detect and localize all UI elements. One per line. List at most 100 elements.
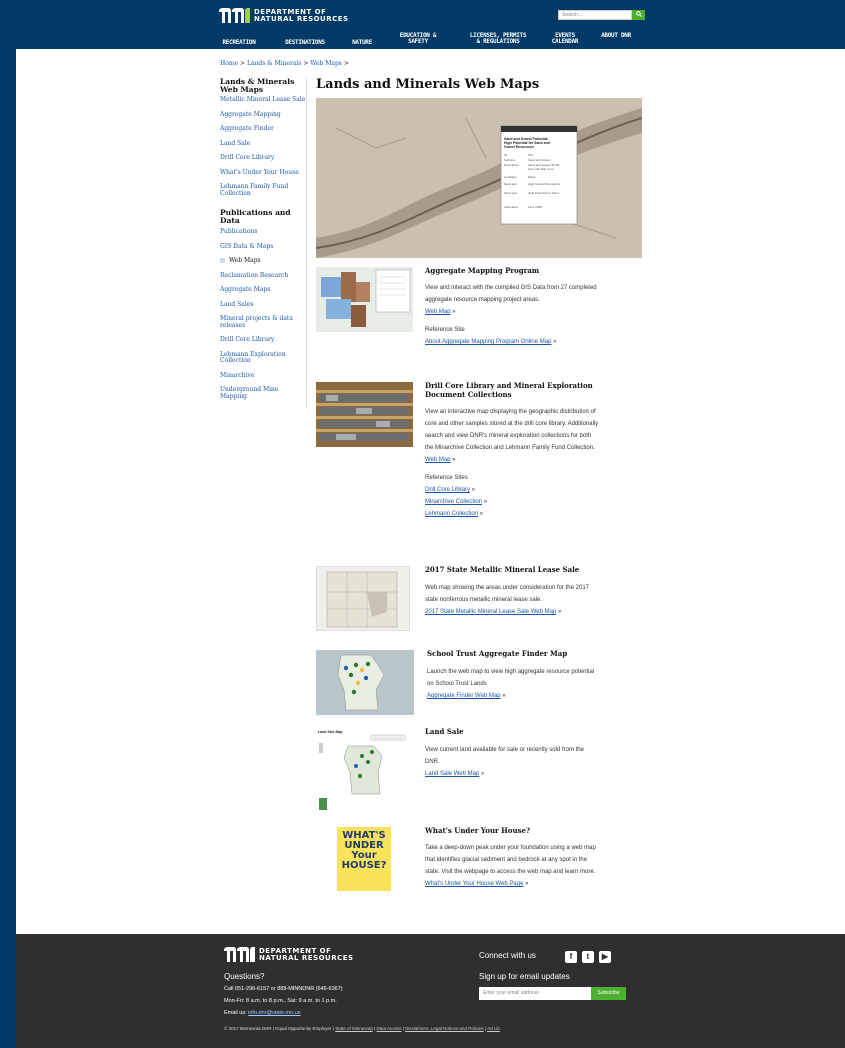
logo-line2: NATURAL RESOURCES — [254, 14, 349, 23]
aggregate-map-thumbnail[interactable] — [316, 267, 413, 332]
leftnav-item[interactable]: Publications — [220, 228, 306, 236]
web-map-link[interactable]: Web Map — [425, 457, 451, 463]
footer-hours: Mon-Fri: 8 a.m. to 8 p.m., Sat: 9 a.m. t… — [224, 998, 337, 1004]
svg-text:Sand and Gravel: Sand and Gravel — [528, 158, 551, 162]
crumb-sep: > — [343, 60, 349, 67]
mn-logo-icon — [224, 947, 255, 962]
leftnav-item[interactable]: Land Sale — [220, 140, 306, 148]
leftnav-item[interactable]: Aggregate Finder — [220, 125, 306, 133]
leftnav-item[interactable]: Metallic Mineral Lease Sale — [220, 96, 306, 104]
web-map-link[interactable]: 2017 State Metallic Mineral Lease Sale W… — [425, 609, 556, 615]
web-map-link[interactable]: Web Map — [425, 309, 451, 315]
footer-email-line: Email us: info.dnr@state.mn.us — [224, 1010, 301, 1016]
leftnav-item[interactable]: Drill Core Library — [220, 336, 306, 344]
logo-line2: NATURAL RESOURCES — [259, 954, 354, 962]
dnr-logo[interactable]: DEPARTMENT OF NATURAL RESOURCES — [219, 8, 349, 23]
footer-connect: Connect with us — [479, 951, 536, 960]
svg-text:High Potential for Sand: High Potential for Sand — [528, 191, 559, 195]
leftnav-heading: Lands & Minerals Web Maps — [220, 77, 295, 94]
section-title: Land Sale — [425, 727, 464, 736]
left-nav: Lands & Minerals Web Maps Metallic Miner… — [220, 78, 306, 400]
leftnav-item[interactable]: Land Sales — [220, 301, 306, 309]
nav-licenses[interactable]: LICENSES, PERMITS & REGULATIONS — [467, 33, 529, 45]
crumb-sep: > — [303, 60, 309, 67]
section-title: 2017 State Metallic Mineral Lease Sale — [425, 565, 580, 574]
footer-email-label: Email us: — [224, 1010, 247, 1016]
leftnav-item[interactable]: Lehmann Exploration Collection — [220, 351, 306, 365]
nav-nature[interactable]: NATURE — [348, 40, 376, 46]
nav-education-safety[interactable]: EDUCATION & SAFETY — [399, 33, 437, 45]
crumb-lands[interactable]: Lands & Minerals — [247, 60, 301, 67]
land-sale-thumbnail[interactable]: Land Sale Map — [316, 728, 408, 813]
footer-phone: Call 651-296-6157 or 888-MINNDNR (646-63… — [224, 986, 343, 992]
leftnav-item[interactable]: Reclamation Research — [220, 272, 306, 280]
email-signup-input[interactable]: Enter your email address — [479, 987, 591, 1000]
aggregate-finder-thumbnail[interactable] — [316, 650, 414, 715]
reference-link[interactable]: Lehmann Collection — [425, 511, 478, 517]
footer-dnr-logo[interactable] — [224, 947, 259, 962]
svg-text:Condition: Condition — [504, 175, 517, 179]
reference-label: Reference Site — [425, 327, 465, 333]
whats-under-your-house-thumbnail[interactable]: WHAT'S UNDER Your HOUSE? — [337, 827, 391, 891]
crumb-home[interactable]: Home — [220, 60, 238, 67]
web-map-link[interactable]: Land Sale Web Map — [425, 771, 479, 777]
footer-copyright: © 2017 Minnesota DNR | Equal Opportunity… — [224, 1026, 500, 1031]
footer-questions: Questions? — [224, 972, 265, 981]
leftnav-item[interactable]: Drill Core Library — [220, 154, 306, 162]
nav-recreation[interactable]: RECREATION — [220, 40, 258, 46]
page: DEPARTMENT OF NATURAL RESOURCES Search..… — [16, 0, 845, 1048]
magnifier-icon — [635, 11, 642, 18]
divider — [306, 78, 307, 408]
svg-text:feet) with little or no: feet) with little or no — [528, 167, 554, 171]
footer-link[interactable]: Data Access — [376, 1026, 401, 1031]
leftnav-item[interactable]: Mineral projects & data releases — [220, 315, 306, 329]
search-input[interactable]: Search... — [558, 10, 632, 20]
nav-events[interactable]: EVENTS CALENDAR — [547, 33, 583, 45]
twitter-icon[interactable]: t — [582, 951, 594, 963]
section-description: View current land available for sale or … — [425, 747, 584, 765]
nav-about[interactable]: ABOUT DNR — [601, 33, 631, 39]
section-description: Web map showing the areas under consider… — [425, 585, 589, 603]
leftnav-item[interactable]: Minarchive — [220, 372, 306, 380]
leftnav-item[interactable]: Lehmann Family Fund Collection — [220, 183, 306, 197]
mn-logo-icon — [219, 8, 250, 23]
nav-destinations[interactable]: DESTINATIONS — [281, 40, 329, 46]
section-description: Take a deep-down peak under your foundat… — [425, 845, 596, 875]
crumb-sep: > — [240, 60, 246, 67]
search-button[interactable] — [632, 10, 645, 20]
reference-link[interactable]: Minarchive Collection — [425, 499, 482, 505]
web-map-link[interactable]: Aggregate Finder Web Map — [427, 693, 501, 699]
subscribe-button[interactable]: Subscribe — [591, 987, 626, 1000]
web-page-link[interactable]: What's Under Your House Web Page — [425, 881, 523, 887]
facebook-icon[interactable]: f — [565, 951, 577, 963]
section-body: Web map showing the areas under consider… — [425, 582, 599, 618]
reference-link[interactable]: About Aggregate Mapping Program Online M… — [425, 339, 551, 345]
section-description: Launch the web map to view high aggregat… — [427, 669, 595, 687]
svg-text:Sand and: Sand and — [504, 191, 517, 195]
copyright-text: © 2017 Minnesota DNR | Equal Opportunity… — [224, 1026, 334, 1031]
youtube-icon[interactable]: ▶ — [599, 951, 611, 963]
footer-link[interactable]: State of Minnesota — [335, 1026, 373, 1031]
reference-link[interactable]: Drill Core Library — [425, 487, 470, 493]
leftnav-item-current[interactable]: Web Maps — [220, 257, 306, 265]
lease-sale-thumbnail[interactable] — [316, 566, 410, 631]
footer-email-link[interactable]: info.dnr@state.mn.us — [248, 1010, 300, 1016]
crumb-webmaps[interactable]: Web Maps — [310, 60, 342, 67]
leftnav-item[interactable]: Aggregate Maps — [220, 286, 306, 294]
footer-signup: Sign up for email updates — [479, 972, 570, 981]
leftnav-item[interactable]: Underground Mine Mapping — [220, 386, 306, 400]
leftnav-item[interactable]: What's Under Your House — [220, 169, 306, 177]
thumb-text: WHAT'S UNDER Your HOUSE? — [341, 830, 387, 871]
leftnav-item[interactable]: Aggregate Mapping — [220, 111, 306, 119]
section-body: View an interactive map displaying the g… — [425, 406, 599, 520]
section-title: Aggregate Mapping Program — [425, 266, 540, 275]
footer-link[interactable]: Ad Lib — [487, 1026, 500, 1031]
footer-link[interactable]: Disclaimers, Legal Notices and Policies — [405, 1026, 484, 1031]
drill-core-thumbnail[interactable] — [316, 382, 413, 447]
footer-logo-text: DEPARTMENT OF NATURAL RESOURCES — [259, 948, 354, 962]
section-body: Launch the web map to view high aggregat… — [427, 666, 601, 702]
breadcrumb: Home > Lands & Minerals > Web Maps > — [220, 60, 349, 67]
svg-text:Lacs 1998: Lacs 1998 — [528, 205, 542, 209]
section-body: View and interact with the compiled GIS … — [425, 282, 599, 348]
leftnav-item[interactable]: GIS Data & Maps — [220, 243, 306, 251]
